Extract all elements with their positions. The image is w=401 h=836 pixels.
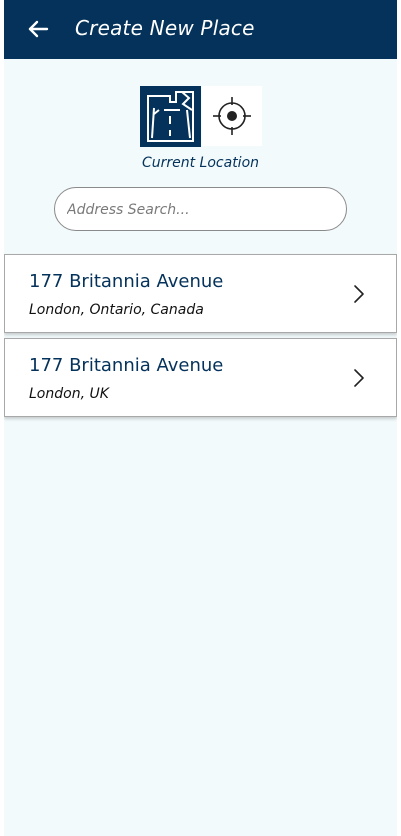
result-title: 177 Britannia Avenue	[29, 355, 224, 376]
list-item[interactable]: 177 Britannia Avenue London, UK	[4, 338, 397, 417]
map-mode-button[interactable]	[140, 86, 201, 147]
map-icon	[143, 89, 198, 144]
app-header: Create New Place	[4, 0, 397, 59]
page-title: Create New Place	[75, 16, 255, 40]
address-search-box[interactable]	[54, 187, 347, 232]
location-mode-toggle	[140, 86, 262, 147]
chevron-right-icon	[354, 285, 364, 303]
result-title: 177 Britannia Avenue	[29, 271, 224, 292]
mode-caption: Current Location	[141, 155, 260, 171]
current-location-button[interactable]	[202, 86, 262, 146]
address-search-input[interactable]	[65, 188, 339, 232]
list-item[interactable]: 177 Britannia Avenue London, Ontario, Ca…	[4, 254, 397, 333]
crosshair-icon	[213, 97, 251, 135]
arrow-left-icon	[28, 20, 49, 38]
result-subtitle: London, UK	[29, 386, 109, 402]
create-place-screen: Create New Place Current Location Addres…	[4, 0, 397, 836]
chevron-right-icon	[354, 369, 364, 387]
back-button[interactable]	[24, 15, 52, 43]
result-subtitle: London, Ontario, Canada	[29, 302, 204, 318]
